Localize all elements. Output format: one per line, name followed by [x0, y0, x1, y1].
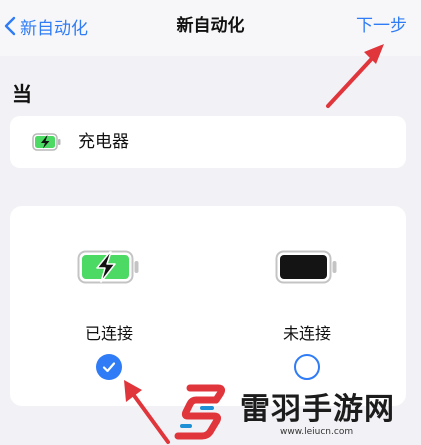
checkmark-icon: [102, 362, 116, 373]
charger-trigger-row[interactable]: 充电器: [10, 116, 406, 168]
charger-label: 充电器: [78, 132, 129, 152]
option-connected[interactable]: 已连接: [10, 206, 208, 406]
option-not-connected-radio[interactable]: [294, 354, 320, 380]
watermark-logo-icon: [174, 384, 226, 440]
option-connected-radio[interactable]: [96, 354, 122, 380]
battery-charging-large-icon: [77, 250, 139, 284]
charger-state-options: 已连接 未连接: [10, 206, 406, 406]
watermark: 雷羽手游网 www.leiucn.com: [172, 380, 421, 445]
option-not-connected-label: 未连接: [282, 324, 331, 343]
option-not-connected[interactable]: 未连接: [208, 206, 406, 406]
watermark-url: www.leiucn.com: [280, 427, 354, 437]
watermark-brand: 雷羽手游网: [240, 392, 395, 427]
next-button[interactable]: 下一步: [356, 12, 407, 40]
navigation-bar: 新自动化 新自动化 下一步: [0, 0, 421, 56]
battery-charging-icon: [32, 133, 61, 151]
section-label-when: 当: [12, 82, 32, 106]
option-connected-label: 已连接: [84, 324, 133, 343]
battery-full-dark-icon: [275, 250, 337, 284]
